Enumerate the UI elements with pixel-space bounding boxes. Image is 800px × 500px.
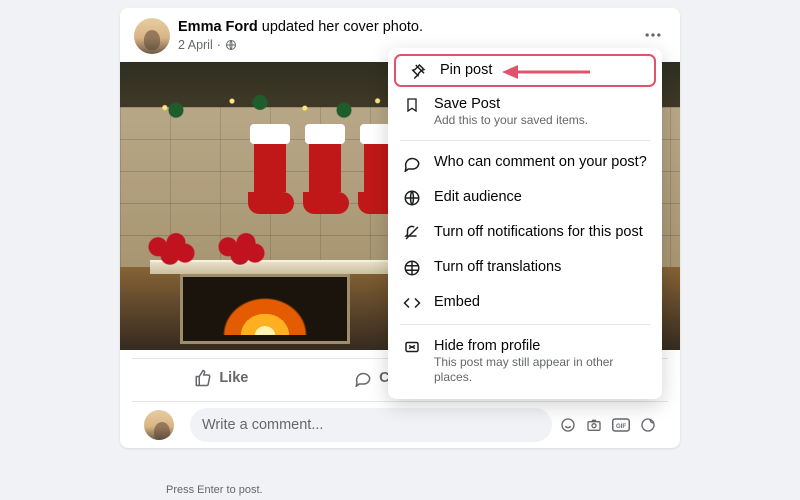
bookmark-icon: [402, 96, 422, 114]
emoji-icon[interactable]: [560, 417, 576, 433]
annotation-arrow: [502, 63, 592, 81]
comment-placeholder: Write a comment...: [202, 417, 323, 433]
camera-icon[interactable]: [586, 417, 602, 433]
menu-label: Embed: [434, 293, 480, 311]
menu-sublabel: Add this to your saved items.: [434, 113, 588, 128]
gif-icon[interactable]: GIF: [612, 417, 630, 433]
like-button[interactable]: Like: [132, 359, 311, 397]
svg-text:GIF: GIF: [616, 424, 626, 430]
avatar[interactable]: [134, 18, 170, 54]
menu-label: Turn off notifications for this post: [434, 223, 643, 241]
post-date[interactable]: 2 April: [178, 38, 213, 52]
headline-block: Emma Ford updated her cover photo. 2 Apr…: [178, 18, 423, 52]
post-headline: Emma Ford updated her cover photo.: [178, 18, 423, 36]
stocking-decoration: [305, 124, 345, 208]
hide-icon: [402, 338, 422, 356]
menu-divider: [400, 140, 650, 141]
post-meta: 2 April ·: [178, 38, 423, 52]
menu-label: Who can comment on your post?: [434, 153, 647, 171]
avatar[interactable]: [144, 410, 174, 440]
comment-icon: [402, 154, 422, 172]
globe-icon: [402, 189, 422, 207]
menu-label: Hide from profile This post may still ap…: [434, 337, 648, 385]
sticker-icon[interactable]: [640, 417, 656, 433]
more-options-button[interactable]: [636, 18, 670, 52]
like-label: Like: [219, 370, 248, 386]
meta-separator: ·: [217, 38, 221, 52]
menu-divider: [400, 324, 650, 325]
headline-action: updated her cover photo.: [262, 19, 423, 35]
poinsettia-decoration: [210, 230, 270, 272]
comment-bar: Write a comment... GIF: [132, 401, 668, 444]
stocking-decoration: [250, 124, 290, 208]
translate-icon: [402, 259, 422, 277]
menu-label: Pin post: [440, 61, 492, 79]
fire: [213, 289, 317, 335]
comment-tools: GIF: [560, 417, 656, 433]
menu-save-post[interactable]: Save Post Add this to your saved items.: [388, 87, 662, 136]
fireplace: [180, 274, 350, 344]
menu-turn-off-notifications[interactable]: Turn off notifications for this post: [388, 215, 662, 250]
menu-edit-audience[interactable]: Edit audience: [388, 180, 662, 215]
menu-who-can-comment[interactable]: Who can comment on your post?: [388, 145, 662, 180]
menu-sublabel: This post may still appear in other plac…: [434, 355, 648, 385]
menu-label: Turn off translations: [434, 258, 561, 276]
comment-input[interactable]: Write a comment...: [190, 408, 552, 442]
enter-hint: Press Enter to post.: [166, 484, 263, 496]
pin-icon: [408, 62, 428, 80]
menu-hide-from-profile[interactable]: Hide from profile This post may still ap…: [388, 329, 662, 393]
poinsettia-decoration: [140, 230, 200, 272]
code-icon: [402, 294, 422, 312]
post-options-menu: Pin post Save Post Add this to your save…: [388, 48, 662, 399]
bell-off-icon: [402, 224, 422, 242]
globe-icon[interactable]: [225, 39, 237, 51]
menu-turn-off-translations[interactable]: Turn off translations: [388, 250, 662, 285]
menu-embed[interactable]: Embed: [388, 285, 662, 320]
author-name[interactable]: Emma Ford: [178, 19, 258, 35]
menu-label: Save Post Add this to your saved items.: [434, 95, 588, 128]
menu-label: Edit audience: [434, 188, 522, 206]
